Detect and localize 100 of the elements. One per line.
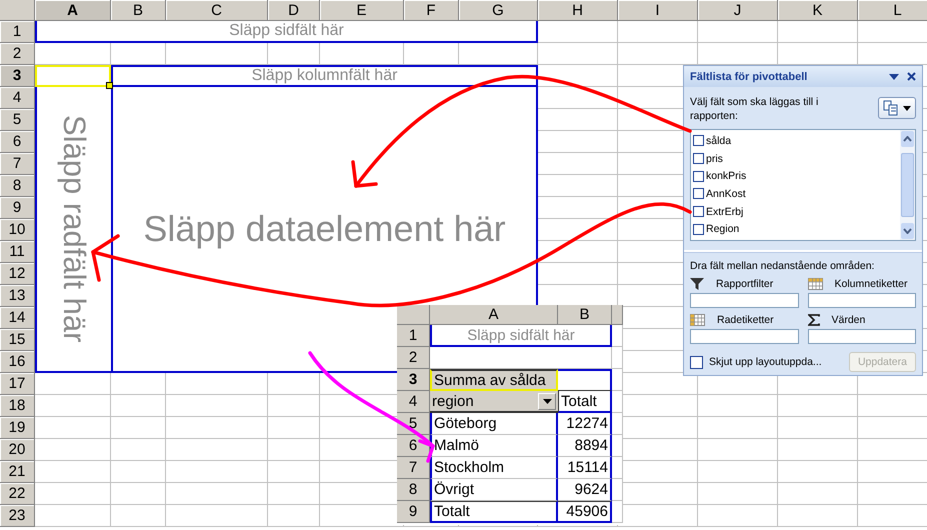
row-header[interactable]: 9 — [0, 197, 35, 219]
row-header[interactable]: 3 — [0, 65, 35, 87]
column-header[interactable]: B — [111, 0, 166, 21]
column-header[interactable]: L — [858, 0, 927, 21]
table-cell: Övrigt — [430, 479, 558, 501]
row-header[interactable]: 5 — [0, 109, 35, 131]
table-cell: 9624 — [558, 479, 612, 501]
field-checkbox[interactable] — [693, 206, 704, 218]
field-checkbox[interactable] — [693, 188, 704, 200]
row-header[interactable]: 1 — [0, 21, 35, 43]
defer-update-option[interactable]: Skjut upp layoutuppda... — [690, 356, 822, 368]
area-label: Värden — [832, 314, 866, 326]
table-cell: Göteborg — [430, 413, 558, 435]
header-cell — [612, 305, 623, 325]
defer-checkbox[interactable] — [690, 356, 703, 368]
column-header[interactable]: F — [404, 0, 459, 21]
row-header[interactable]: 7 — [397, 457, 430, 479]
data-caption-cell[interactable]: Summa av sålda — [430, 369, 558, 391]
row-field-button[interactable]: region — [430, 391, 558, 413]
row-header[interactable]: 19 — [0, 417, 35, 439]
row-header[interactable]: 17 — [0, 373, 35, 395]
column-header[interactable]: G — [459, 0, 538, 21]
row-grid-icon — [690, 314, 705, 326]
area-label: Kolumnetiketter — [834, 278, 908, 290]
layout-button[interactable] — [878, 97, 916, 119]
column-header[interactable]: K — [778, 0, 858, 21]
row-header[interactable]: 9 — [397, 501, 430, 523]
row-header[interactable]: 13 — [0, 285, 35, 307]
page-field-drop-zone: Släpp sidfält här — [430, 325, 612, 347]
row-header[interactable]: 10 — [0, 219, 35, 241]
row-header[interactable]: 8 — [0, 175, 35, 197]
row-header[interactable]: 4 — [0, 87, 35, 109]
row-header[interactable]: 15 — [0, 329, 35, 351]
column-header[interactable]: H — [538, 0, 618, 21]
field-checkbox[interactable] — [693, 224, 704, 235]
column-header[interactable]: A — [430, 305, 558, 325]
field-item[interactable]: AnnKost — [693, 185, 898, 203]
caret-icon — [903, 106, 911, 110]
table-cell: 8894 — [558, 435, 612, 457]
row-header[interactable]: 23 — [0, 505, 35, 527]
field-item[interactable]: Region — [693, 220, 898, 238]
column-header[interactable]: E — [320, 0, 404, 21]
table-cell: Totalt — [430, 501, 558, 523]
column-header[interactable]: I — [618, 0, 698, 21]
chevron-down-icon — [903, 228, 912, 234]
field-checkbox[interactable] — [693, 153, 704, 164]
empty-cell — [111, 417, 166, 439]
scrollbar[interactable] — [900, 130, 915, 240]
empty-cell — [111, 395, 166, 417]
row-header[interactable]: 8 — [397, 479, 430, 501]
row-header[interactable]: 18 — [0, 395, 35, 417]
row-header[interactable]: 1 — [397, 325, 430, 347]
column-header[interactable]: C — [166, 0, 268, 21]
table-cell: Totalt — [558, 391, 612, 413]
field-item[interactable]: sålda — [693, 132, 898, 150]
row-field-hint: Släpp radfält här — [56, 115, 92, 343]
dropdown-button[interactable] — [538, 392, 556, 410]
table-cell: 15114 — [558, 457, 612, 479]
sigma-icon — [808, 314, 820, 326]
column-header[interactable]: J — [698, 0, 778, 21]
row-header[interactable]: 12 — [0, 263, 35, 285]
area-label: Rapportfilter — [716, 278, 774, 290]
column-header[interactable]: D — [268, 0, 320, 21]
row-header[interactable]: 2 — [0, 43, 35, 65]
row-header[interactable]: 7 — [0, 153, 35, 175]
row-header[interactable]: 11 — [0, 241, 35, 263]
field-checkbox[interactable] — [693, 135, 704, 146]
instruction-text: Välj fält som ska läggas till i rapporten: — [690, 95, 820, 123]
row-header[interactable]: 4 — [397, 391, 430, 413]
table-cell: Stockholm — [430, 457, 558, 479]
select-all-corner[interactable] — [0, 0, 35, 21]
empty-cell — [111, 461, 166, 483]
row-header[interactable]: 3 — [397, 369, 430, 391]
row-header[interactable]: 6 — [0, 131, 35, 153]
table-cell: Malmö — [430, 435, 558, 457]
caret-icon — [542, 398, 552, 404]
field-checkbox[interactable] — [693, 170, 704, 182]
dropdown-icon[interactable] — [889, 72, 899, 80]
area-drop-box[interactable] — [690, 329, 798, 344]
row-header[interactable]: 20 — [0, 439, 35, 461]
active-cell[interactable] — [35, 65, 111, 87]
row-header[interactable]: 22 — [0, 483, 35, 505]
chevron-up-icon — [903, 136, 912, 142]
close-icon[interactable] — [907, 72, 916, 81]
row-header[interactable]: 16 — [0, 351, 35, 373]
table-cell — [558, 369, 612, 391]
row-header[interactable]: 21 — [0, 461, 35, 483]
row-header[interactable]: 14 — [0, 307, 35, 329]
row-header[interactable]: 2 — [397, 347, 430, 369]
field-item[interactable]: konkPris — [693, 167, 898, 186]
field-item[interactable]: ExtrErbj — [693, 202, 898, 220]
documents-icon — [883, 100, 899, 116]
area-drop-box[interactable] — [690, 293, 798, 308]
empty-cell — [111, 483, 166, 505]
area-drop-box[interactable] — [808, 329, 916, 344]
field-item[interactable]: pris — [693, 150, 898, 168]
column-header[interactable]: A — [35, 0, 111, 21]
column-header[interactable]: B — [558, 305, 612, 325]
select-all-corner[interactable] — [397, 305, 430, 325]
area-drop-box[interactable] — [808, 293, 916, 308]
